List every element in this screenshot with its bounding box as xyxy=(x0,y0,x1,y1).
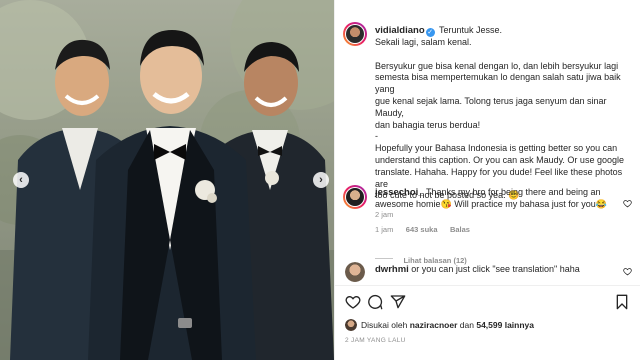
post-timestamp: 2 JAM YANG LALU xyxy=(345,337,406,344)
heart-icon[interactable] xyxy=(345,294,361,310)
commenter-username[interactable]: dwrhmi xyxy=(375,264,409,275)
previous-photo-button[interactable]: ‹ xyxy=(13,172,29,188)
liked-by-prefix: Disukai oleh xyxy=(361,320,408,330)
comment: jessechoi_ Thanks my bro for being there… xyxy=(375,187,625,268)
comment-timestamp: 1 jam xyxy=(375,224,394,234)
post-actions xyxy=(345,294,630,312)
post-photo: ‹ › xyxy=(0,0,334,360)
commenter-username[interactable]: jessechoi_ xyxy=(375,187,424,198)
liked-by-conj: dan xyxy=(459,320,474,330)
caption-line: dan bahagia terus berdua! xyxy=(375,119,481,130)
commenter-avatar[interactable] xyxy=(343,185,367,209)
wedding-photo-illustration xyxy=(0,0,334,360)
post-details-pane: vidialdiano ✓ Teruntuk Jesse. Sekali lagi… xyxy=(334,0,640,360)
author-avatar[interactable] xyxy=(343,22,367,46)
comment-like-count[interactable]: 643 suka xyxy=(406,225,438,234)
like-count[interactable]: 54,599 lainnya xyxy=(476,320,534,330)
replies-divider xyxy=(375,257,393,259)
comment-text: Thanks my bro for being there and being … xyxy=(425,187,601,197)
caption-line: semesta bisa mempertemukan lo dengan sal… xyxy=(375,72,621,95)
caption-line xyxy=(375,49,635,61)
caption-line: gue kenal sejak lama. Tolong terus jaga … xyxy=(375,95,607,118)
actions-divider xyxy=(335,285,640,286)
comment-icon[interactable] xyxy=(367,294,383,310)
comment-text: or you can just click "see translation" … xyxy=(411,264,580,274)
caption-line: - xyxy=(375,131,378,142)
comment-like-heart-icon[interactable] xyxy=(623,267,632,276)
caption-line: Bersyukur gue bisa kenal dengan lo, dan … xyxy=(375,60,619,71)
caption-first-line: Teruntuk Jesse. xyxy=(438,25,502,35)
caption-line: understand this caption. Or you can ask … xyxy=(375,154,624,165)
comment: dwrhmi or you can just click "see transl… xyxy=(375,264,625,276)
reply-button[interactable]: Balas xyxy=(450,225,470,234)
verified-icon: ✓ xyxy=(425,28,435,37)
liked-by-line: Disukai oleh naziracnoer dan 54,599 lain… xyxy=(361,320,534,332)
caption-line: Sekali lagi, salam kenal. xyxy=(375,37,472,47)
share-icon[interactable] xyxy=(390,294,406,310)
comment-text: awesome homie😘 Will practice my bahasa j… xyxy=(375,198,607,209)
comment-like-heart-icon[interactable] xyxy=(623,199,632,208)
liked-by-user[interactable]: naziracnoer xyxy=(410,320,458,330)
next-photo-button[interactable]: › xyxy=(313,172,329,188)
bookmark-icon[interactable] xyxy=(614,294,630,310)
caption-line: Hopefully your Bahasa Indonesia is getti… xyxy=(375,143,618,154)
liker-avatar[interactable] xyxy=(345,319,357,331)
commenter-avatar[interactable] xyxy=(345,262,365,282)
author-username[interactable]: vidialdiano xyxy=(375,25,425,36)
